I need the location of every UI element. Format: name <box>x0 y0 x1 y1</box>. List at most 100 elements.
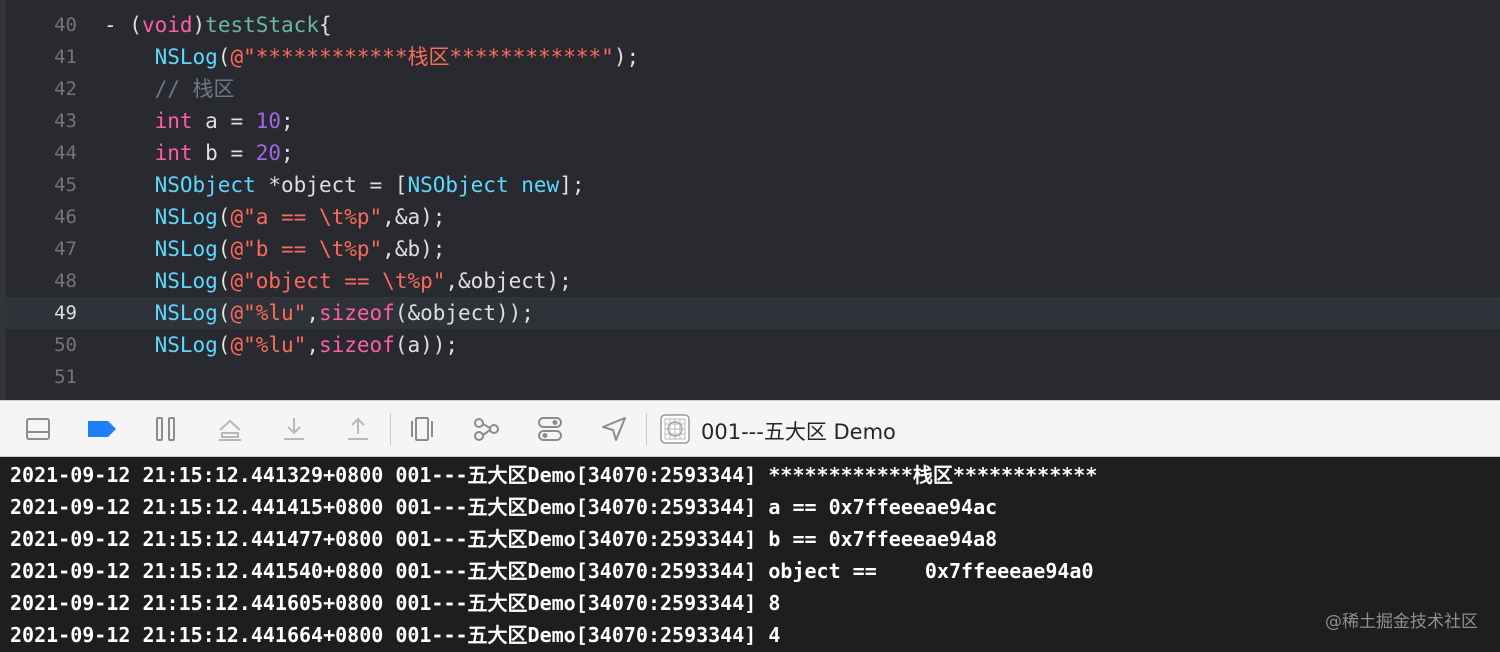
environment-overrides-icon[interactable] <box>532 412 568 446</box>
line-number: 47 <box>54 238 77 260</box>
code-token: b = <box>192 141 256 165</box>
code-token: new <box>521 173 560 197</box>
code-line[interactable]: 51 <box>6 361 1500 393</box>
app-icon <box>657 412 693 446</box>
code-token: ,&a); <box>382 205 446 229</box>
code-token: ( <box>217 237 231 261</box>
code-text: // 栈区 <box>104 73 235 105</box>
code-line[interactable]: 41 NSLog(@"************栈区************"); <box>6 41 1500 73</box>
code-token: @"object == \t%p" <box>230 269 446 293</box>
line-number: 49 <box>54 302 77 324</box>
code-line[interactable]: 43 int a = 10; <box>6 105 1500 137</box>
code-token: void <box>141 13 193 37</box>
code-token: @"%lu" <box>230 333 307 357</box>
line-number: 41 <box>54 46 77 68</box>
code-line[interactable]: 45 NSObject *object = [NSObject new]; <box>6 169 1500 201</box>
hide-debug-area-icon[interactable] <box>20 412 56 446</box>
code-token: a = <box>192 109 256 133</box>
code-token: NSLog <box>154 205 218 229</box>
code-line[interactable]: 46 NSLog(@"a == \t%p",&a); <box>6 201 1500 233</box>
code-line[interactable]: 42 // 栈区 <box>6 73 1500 105</box>
console-line: 2021-09-12 21:15:12.441664+0800 001---五大… <box>10 623 781 647</box>
code-line[interactable]: 47 NSLog(@"b == \t%p",&b); <box>6 233 1500 265</box>
code-text: NSLog(@"b == \t%p",&b); <box>104 233 446 265</box>
code-token: ( <box>217 301 231 325</box>
code-token: ; <box>281 109 294 133</box>
code-token: ]; <box>559 173 585 197</box>
console-output[interactable]: 2021-09-12 21:15:12.441329+0800 001---五大… <box>0 457 1500 652</box>
code-token: - ( <box>104 13 142 37</box>
simulate-location-icon[interactable] <box>596 412 632 446</box>
code-text: int b = 20; <box>104 137 294 169</box>
code-line[interactable]: 44 int b = 20; <box>6 137 1500 169</box>
toolbar-separator <box>646 413 647 445</box>
code-token: ( <box>217 269 231 293</box>
code-token: ,&object); <box>445 269 572 293</box>
code-line[interactable]: 49 NSLog(@"%lu",sizeof(&object)); <box>6 297 1500 329</box>
code-line[interactable]: 50 NSLog(@"%lu",sizeof(a)); <box>6 329 1500 361</box>
code-text: int a = 10; <box>104 105 294 137</box>
memory-graph-icon[interactable] <box>468 412 504 446</box>
code-token: , <box>306 301 319 325</box>
console-line: 2021-09-12 21:15:12.441415+0800 001---五大… <box>10 495 998 519</box>
console-line: 2021-09-12 21:15:12.441540+0800 001---五大… <box>10 559 1094 583</box>
code-token: *object = [ <box>255 173 408 197</box>
scheme-label[interactable]: 001---五大区 Demo <box>701 416 896 446</box>
code-line[interactable]: 40 - (void)testStack{ <box>6 9 1500 41</box>
line-number: 45 <box>54 174 77 196</box>
code-token: , <box>306 333 319 357</box>
watermark: @稀土掘金技术社区 <box>1325 612 1478 632</box>
code-text: NSLog(@"%lu",sizeof(a)); <box>104 329 458 361</box>
code-token: NSObject <box>407 173 509 197</box>
code-text: NSLog(@"%lu",sizeof(&object)); <box>104 297 534 329</box>
code-text: NSObject *object = [NSObject new]; <box>104 169 585 201</box>
code-token: 20 <box>255 141 282 165</box>
line-number: 48 <box>54 270 77 292</box>
view-hierarchy-icon[interactable] <box>404 412 440 446</box>
line-number: 50 <box>54 334 77 356</box>
code-token: NSLog <box>154 301 218 325</box>
code-token: @"a == \t%p" <box>230 205 383 229</box>
code-token: NSLog <box>154 45 218 69</box>
code-token: testStack <box>205 13 319 37</box>
code-token: int <box>154 141 193 165</box>
code-token: sizeof <box>318 333 395 357</box>
code-token: 10 <box>255 109 282 133</box>
code-text: NSLog(@"a == \t%p",&a); <box>104 201 446 233</box>
code-text: - (void)testStack{ <box>104 9 332 41</box>
source-editor[interactable]: 40- (void)testStack{41 NSLog(@"*********… <box>0 0 1500 400</box>
pause-icon[interactable] <box>148 412 184 446</box>
code-token: @"************栈区************" <box>230 45 614 69</box>
step-over-icon[interactable] <box>212 412 248 446</box>
code-token: @"%lu" <box>230 301 307 325</box>
code-token: NSObject <box>154 173 256 197</box>
step-into-icon[interactable] <box>276 412 312 446</box>
code-token: NSLog <box>154 269 218 293</box>
line-number: 42 <box>54 78 77 100</box>
code-token: // 栈区 <box>154 77 235 101</box>
code-token: ( <box>217 333 231 357</box>
code-token: ( <box>217 45 231 69</box>
code-token: NSLog <box>154 333 218 357</box>
code-token: NSLog <box>154 237 218 261</box>
line-number: 40 <box>54 14 77 36</box>
line-number: 46 <box>54 206 77 228</box>
code-text: NSLog(@"object == \t%p",&object); <box>104 265 572 297</box>
code-text: NSLog(@"************栈区************"); <box>104 41 640 73</box>
breakpoints-toggle-icon[interactable] <box>84 412 120 446</box>
console-line: 2021-09-12 21:15:12.441605+0800 001---五大… <box>10 591 781 615</box>
code-token: (a)); <box>394 333 459 357</box>
code-line[interactable]: 48 NSLog(@"object == \t%p",&object); <box>6 265 1500 297</box>
line-number: 51 <box>54 366 77 388</box>
step-out-icon[interactable] <box>340 412 376 446</box>
line-number: 43 <box>54 110 77 132</box>
